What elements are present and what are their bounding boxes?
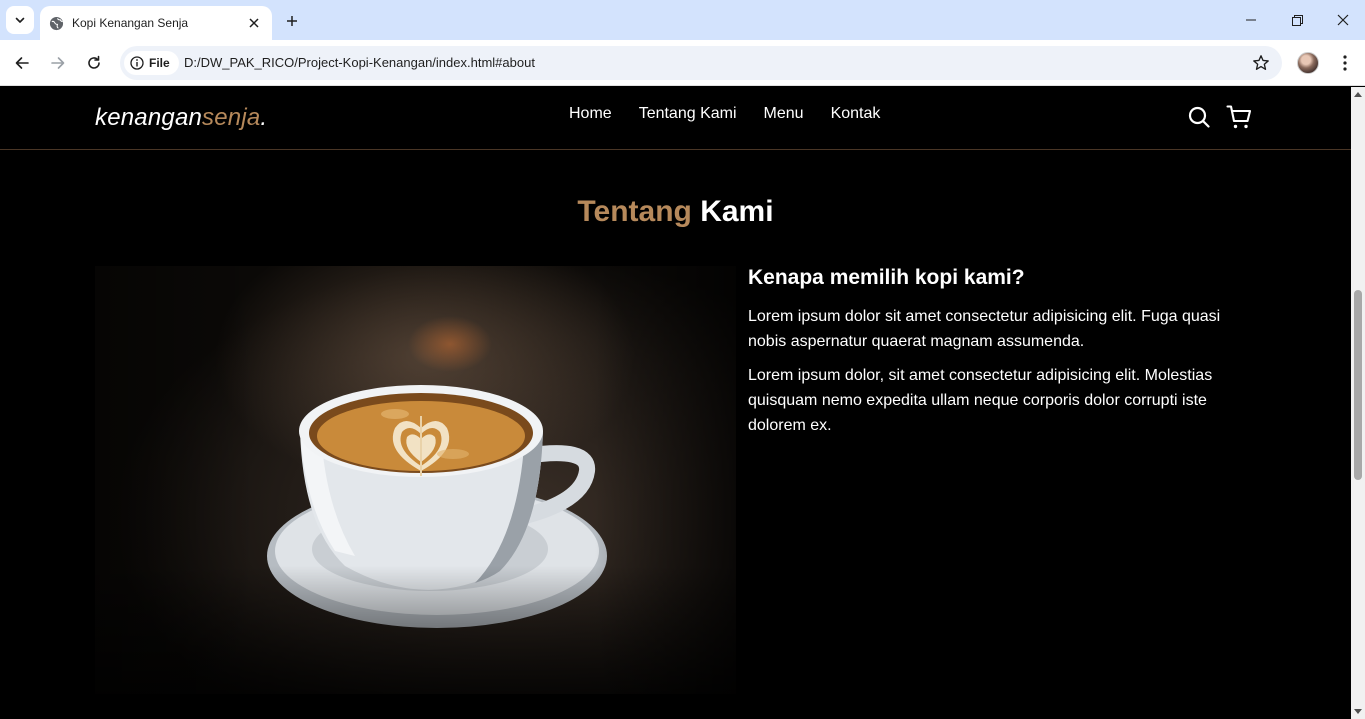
- tab-search-button[interactable]: [6, 6, 34, 34]
- forward-button[interactable]: [44, 49, 72, 77]
- chevron-down-icon: [15, 17, 25, 23]
- browser-tab-strip: Kopi Kenangan Senja: [0, 0, 1365, 40]
- minimize-icon: [1246, 19, 1256, 21]
- minimize-button[interactable]: [1228, 0, 1274, 40]
- navbar-icons: [1186, 104, 1252, 130]
- restore-button[interactable]: [1274, 0, 1320, 40]
- new-tab-button[interactable]: [280, 9, 304, 33]
- about-heading: Kenapa memilih kopi kami?: [748, 266, 1025, 289]
- browser-toolbar: File D:/DW_PAK_RICO/Project-Kopi-Kenanga…: [0, 40, 1365, 86]
- address-bar[interactable]: File D:/DW_PAK_RICO/Project-Kopi-Kenanga…: [120, 46, 1282, 80]
- search-icon[interactable]: [1186, 104, 1212, 130]
- more-vertical-icon: [1343, 55, 1347, 71]
- site-logo[interactable]: kenangansenja.: [95, 104, 267, 132]
- nav-link-kontak[interactable]: Kontak: [831, 105, 881, 123]
- star-icon[interactable]: [1252, 54, 1270, 72]
- about-text-block: Kenapa memilih kopi kami? Lorem ipsum do…: [748, 266, 1228, 447]
- section-title-rest: Kami: [691, 195, 774, 228]
- scroll-down-arrow[interactable]: [1354, 709, 1362, 714]
- nav-link-home[interactable]: Home: [569, 105, 612, 123]
- arrow-right-icon: [51, 57, 65, 69]
- browser-tab[interactable]: Kopi Kenangan Senja: [40, 6, 272, 40]
- page-scrollbar[interactable]: [1351, 87, 1365, 719]
- close-window-button[interactable]: [1320, 0, 1365, 40]
- scroll-up-arrow[interactable]: [1354, 92, 1362, 97]
- arrow-left-icon: [15, 57, 29, 69]
- logo-accent-text: senja: [202, 104, 261, 131]
- shopping-cart-icon[interactable]: [1226, 104, 1252, 130]
- tab-close-icon[interactable]: [246, 15, 262, 31]
- site-navbar: kenangansenja. Home Tentang Kami Menu Ko…: [0, 87, 1351, 150]
- image-vignette: [95, 266, 736, 694]
- restore-icon: [1291, 14, 1303, 26]
- back-button[interactable]: [8, 49, 36, 77]
- browser-menu-button[interactable]: [1333, 51, 1357, 75]
- tab-title: Kopi Kenangan Senja: [72, 16, 189, 30]
- section-title-accent: Tentang: [577, 195, 692, 228]
- page-viewport: kenangansenja. Home Tentang Kami Menu Ko…: [0, 87, 1351, 719]
- site-info-chip[interactable]: File: [124, 51, 179, 75]
- reload-icon: [88, 55, 100, 69]
- globe-icon: [48, 15, 64, 31]
- url-text[interactable]: D:/DW_PAK_RICO/Project-Kopi-Kenangan/ind…: [184, 55, 535, 70]
- plus-icon: [287, 16, 297, 26]
- close-icon: [1337, 14, 1349, 26]
- nav-link-tentang-kami[interactable]: Tentang Kami: [639, 105, 737, 123]
- site-menu: Home Tentang Kami Menu Kontak: [569, 105, 880, 123]
- logo-main-text: kenangan: [95, 104, 203, 131]
- about-image: [95, 266, 736, 694]
- profile-avatar[interactable]: [1297, 52, 1319, 74]
- info-icon: [130, 56, 144, 70]
- section-title: Tentang Kami: [0, 195, 1351, 229]
- reload-button[interactable]: [80, 49, 108, 77]
- about-paragraph-1: Lorem ipsum dolor sit amet consectetur a…: [748, 308, 1221, 350]
- nav-link-menu[interactable]: Menu: [764, 105, 804, 123]
- logo-dot: .: [260, 104, 268, 131]
- scrollbar-thumb[interactable]: [1354, 290, 1362, 480]
- site-info-label: File: [149, 56, 170, 70]
- about-paragraph-2: Lorem ipsum dolor, sit amet consectetur …: [748, 367, 1213, 434]
